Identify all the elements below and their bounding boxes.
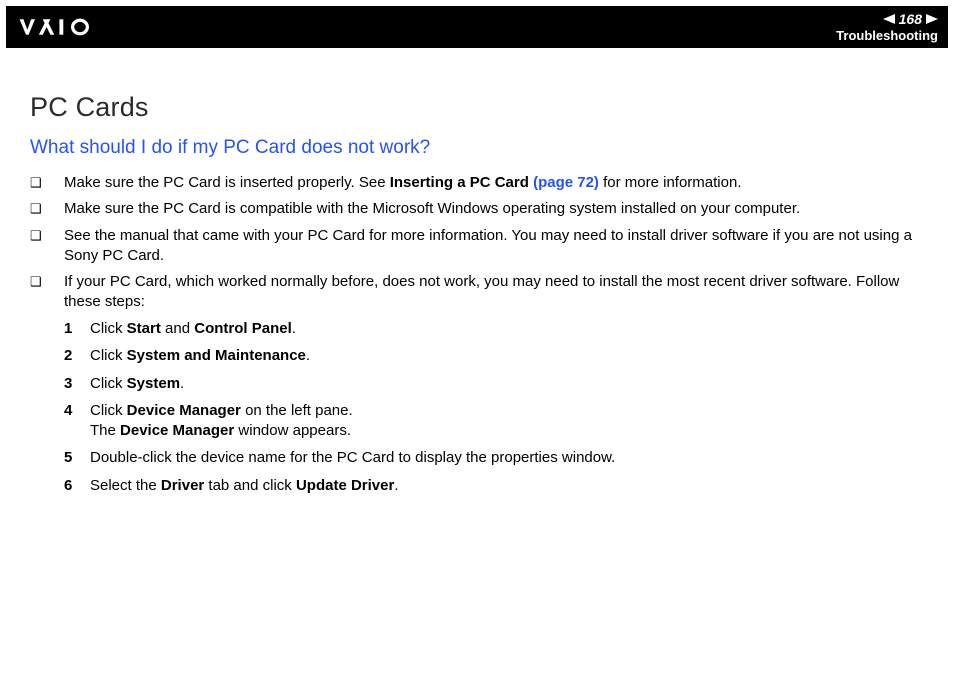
step-text: Double-click the device name for the PC … — [90, 448, 924, 468]
bullet-list: ❑ Make sure the PC Card is inserted prop… — [30, 173, 924, 313]
step-text: Click Device Manager on the left pane. T… — [90, 401, 924, 440]
bullet-text: See the manual that came with your PC Ca… — [64, 226, 924, 267]
bullet-item: ❑ See the manual that came with your PC … — [30, 226, 924, 267]
bullet-item: ❑ If your PC Card, which worked normally… — [30, 272, 924, 313]
step-number: 2 — [64, 346, 90, 366]
content: PC Cards What should I do if my PC Card … — [0, 54, 954, 495]
step-number: 1 — [64, 319, 90, 339]
step-number: 6 — [64, 476, 90, 496]
step-text: Click System. — [90, 374, 924, 394]
page-navigation: 168 Troubleshooting — [836, 12, 938, 43]
step-item: 4 Click Device Manager on the left pane.… — [64, 401, 924, 440]
bullet-text: If your PC Card, which worked normally b… — [64, 272, 924, 313]
bullet-marker-icon: ❑ — [30, 199, 64, 218]
bullet-marker-icon: ❑ — [30, 226, 64, 245]
step-number: 3 — [64, 374, 90, 394]
bullet-text: Make sure the PC Card is compatible with… — [64, 199, 924, 219]
page-link[interactable]: (page 72) — [533, 174, 599, 191]
step-text: Select the Driver tab and click Update D… — [90, 476, 924, 496]
section-name: Troubleshooting — [836, 28, 938, 43]
header-bar: 168 Troubleshooting — [6, 6, 948, 48]
page-subtitle: What should I do if my PC Card does not … — [30, 137, 924, 159]
step-number: 5 — [64, 448, 90, 468]
next-page-arrow-icon[interactable] — [926, 14, 938, 24]
step-item: 6 Select the Driver tab and click Update… — [64, 476, 924, 496]
bullet-marker-icon: ❑ — [30, 272, 64, 291]
step-item: 1 Click Start and Control Panel. — [64, 319, 924, 339]
step-item: 5 Double-click the device name for the P… — [64, 448, 924, 468]
page-title: PC Cards — [30, 92, 924, 123]
numbered-steps: 1 Click Start and Control Panel. 2 Click… — [64, 319, 924, 496]
prev-page-arrow-icon[interactable] — [883, 14, 895, 24]
bullet-item: ❑ Make sure the PC Card is inserted prop… — [30, 173, 924, 193]
page-number: 168 — [899, 12, 922, 26]
vaio-logo — [16, 18, 126, 36]
bullet-item: ❑ Make sure the PC Card is compatible wi… — [30, 199, 924, 219]
step-text: Click Start and Control Panel. — [90, 319, 924, 339]
step-text: Click System and Maintenance. — [90, 346, 924, 366]
step-number: 4 — [64, 401, 90, 421]
step-item: 3 Click System. — [64, 374, 924, 394]
step-item: 2 Click System and Maintenance. — [64, 346, 924, 366]
bullet-marker-icon: ❑ — [30, 173, 64, 192]
bullet-text: Make sure the PC Card is inserted proper… — [64, 173, 924, 193]
